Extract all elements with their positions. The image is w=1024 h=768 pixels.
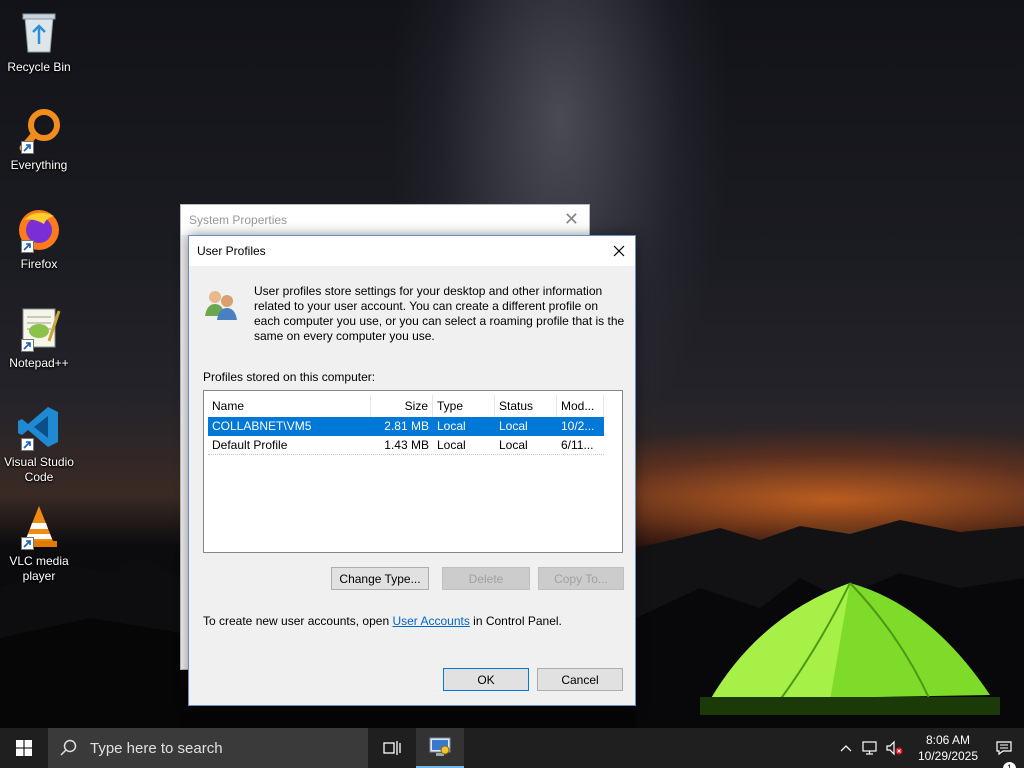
desktop-icon-recycle-bin[interactable]: Recycle Bin — [4, 8, 74, 75]
footer-text: To create new user accounts, open User A… — [203, 614, 562, 628]
system-properties-title: System Properties — [181, 205, 589, 235]
profile-name-cell: COLLABNET\VM5 — [212, 419, 312, 433]
change-type-button[interactable]: Change Type... — [331, 567, 429, 590]
profile-modified-cell: 10/2... — [561, 419, 595, 433]
listview-header: Name Size Type Status Mod... — [208, 395, 604, 417]
desktop-icon-vlc[interactable]: VLC media player — [4, 502, 74, 584]
profiles-list-label: Profiles stored on this computer: — [203, 370, 376, 384]
desktop-icon-everything[interactable]: Everything — [4, 106, 74, 173]
profile-type-cell: Local — [437, 438, 466, 452]
profile-size-cell: 1.43 MB — [384, 438, 429, 452]
column-header-name[interactable]: Name — [208, 395, 371, 417]
dialog-description: User profiles store settings for your de… — [254, 284, 625, 343]
user-accounts-link[interactable]: User Accounts — [392, 614, 469, 628]
copy-to-button[interactable]: Copy To... — [538, 567, 624, 590]
column-header-status[interactable]: Status — [495, 395, 557, 417]
profile-status-cell: Local — [499, 419, 528, 433]
shortcut-arrow-icon — [21, 141, 34, 154]
profile-type-cell: Local — [437, 419, 466, 433]
volume-muted-icon — [886, 740, 903, 756]
vlc-icon — [15, 502, 63, 550]
dialog-title: User Profiles — [189, 236, 635, 266]
profile-modified-cell: 6/11... — [561, 438, 594, 452]
delete-button[interactable]: Delete — [442, 567, 530, 590]
notepadpp-icon — [15, 304, 63, 352]
windows-logo-icon — [16, 740, 32, 756]
cancel-button[interactable]: Cancel — [537, 668, 623, 691]
profile-status-cell: Local — [499, 438, 528, 452]
notification-count-badge: 1 — [1003, 762, 1016, 768]
shortcut-arrow-icon — [21, 339, 34, 352]
desktop-icon-notepadpp[interactable]: Notepad++ — [4, 304, 74, 371]
everything-search-icon — [15, 106, 63, 154]
recycle-bin-icon — [15, 8, 63, 56]
shortcut-arrow-icon — [21, 240, 34, 253]
footer-prefix: To create new user accounts, open — [203, 614, 393, 628]
taskbar-app-system-properties[interactable] — [416, 728, 464, 768]
profile-name-cell: Default Profile — [212, 438, 288, 452]
glowing-tent — [700, 582, 1000, 715]
profiles-listview[interactable]: Name Size Type Status Mod... COLLABNET\V… — [203, 390, 623, 553]
close-icon — [613, 245, 625, 257]
table-row[interactable]: Default Profile 1.43 MB Local Local 6/11… — [208, 436, 604, 455]
column-header-type[interactable]: Type — [433, 395, 495, 417]
start-button[interactable] — [0, 728, 48, 768]
taskbar: Type here to search 8:06 AM 10/29/2025 1 — [0, 728, 1024, 768]
users-icon — [205, 291, 237, 320]
desktop-icon-label: VLC media player — [9, 554, 69, 583]
shortcut-arrow-icon — [21, 438, 34, 451]
desktop-icon-label: Recycle Bin — [7, 60, 71, 74]
system-properties-icon — [429, 737, 451, 756]
network-icon — [862, 741, 877, 755]
dialog-close-button[interactable] — [603, 236, 635, 266]
user-profiles-dialog: User Profiles User profiles store settin… — [188, 235, 636, 706]
ok-button[interactable]: OK — [443, 668, 529, 691]
close-icon[interactable]: ✕ — [564, 209, 579, 230]
footer-suffix: in Control Panel. — [469, 614, 562, 628]
taskbar-clock[interactable]: 8:06 AM 10/29/2025 — [912, 732, 984, 764]
volume-button[interactable] — [882, 740, 906, 756]
column-header-size[interactable]: Size — [371, 395, 433, 417]
firefox-icon — [15, 205, 63, 253]
desktop-icon-label: Notepad++ — [9, 356, 69, 370]
table-row[interactable]: COLLABNET\VM5 2.81 MB Local Local 10/2..… — [208, 417, 604, 436]
network-button[interactable] — [858, 740, 882, 756]
clock-time: 8:06 AM — [925, 733, 971, 747]
desktop-icon-label: Firefox — [20, 257, 58, 271]
chevron-up-icon — [840, 745, 852, 752]
desktop-icon-label: Visual Studio Code — [4, 455, 74, 484]
column-header-modified[interactable]: Mod... — [557, 395, 604, 417]
clock-date: 10/29/2025 — [917, 749, 979, 763]
action-center-button[interactable]: 1 — [984, 740, 1024, 768]
desktop-icon-label: Everything — [10, 158, 68, 172]
profile-size-cell: 2.81 MB — [384, 419, 429, 433]
task-view-icon — [383, 741, 401, 755]
shortcut-arrow-icon — [21, 537, 34, 550]
desktop-icon-vscode[interactable]: Visual Studio Code — [4, 403, 74, 485]
vscode-icon — [15, 403, 63, 451]
show-hidden-icons-button[interactable] — [834, 744, 858, 752]
search-placeholder: Type here to search — [90, 739, 223, 757]
task-view-button[interactable] — [368, 728, 416, 768]
notification-icon — [996, 741, 1012, 756]
system-tray: 8:06 AM 10/29/2025 1 — [834, 728, 1024, 768]
desktop-icon-firefox[interactable]: Firefox — [4, 205, 74, 272]
search-icon — [60, 739, 77, 756]
taskbar-search-box[interactable]: Type here to search — [48, 728, 368, 768]
